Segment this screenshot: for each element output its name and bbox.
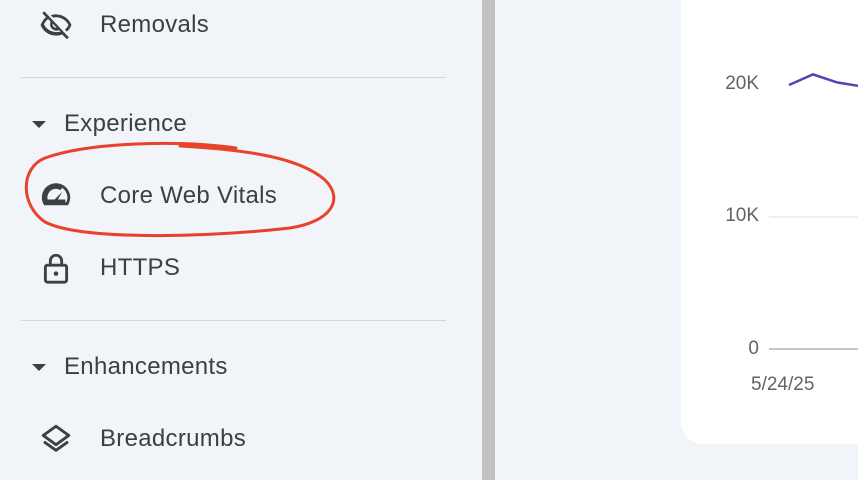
scrollbar[interactable] — [482, 0, 495, 480]
sidebar-item-label: HTTPS — [100, 254, 181, 281]
y-tick-label: 10K — [725, 205, 759, 226]
gauge-icon — [38, 178, 74, 214]
sidebar-item-core-web-vitals[interactable]: Core Web Vitals — [0, 166, 460, 226]
caret-down-icon — [32, 121, 46, 128]
section-enhancements[interactable]: Enhancements — [0, 345, 460, 389]
x-tick-label: 5/24/25 — [751, 374, 815, 395]
series-line — [788, 73, 858, 88]
divider — [21, 320, 446, 321]
section-experience[interactable]: Experience — [0, 102, 460, 146]
sidebar-item-label: Breadcrumbs — [100, 425, 247, 452]
sidebar-item-removals[interactable]: Removals — [0, 0, 460, 55]
section-label: Enhancements — [64, 353, 228, 380]
layers-icon — [38, 421, 74, 457]
sidebar-item-breadcrumbs[interactable]: Breadcrumbs — [0, 409, 460, 469]
sidebar-item-label: Removals — [100, 11, 210, 38]
y-tick-label: 0 — [748, 338, 759, 359]
sidebar-nav: Removals Experience Core Web Vitals HTTP… — [0, 0, 482, 480]
lock-icon — [38, 250, 74, 286]
section-label: Experience — [64, 110, 188, 137]
eye-off-icon — [38, 7, 74, 43]
sidebar-item-https[interactable]: HTTPS — [0, 238, 460, 298]
caret-down-icon — [32, 364, 46, 371]
divider — [21, 77, 446, 78]
y-tick-label: 20K — [725, 73, 759, 94]
sidebar-item-label: Core Web Vitals — [100, 182, 278, 209]
main-content: 20K 10K 0 5/24/25 — [495, 0, 858, 480]
